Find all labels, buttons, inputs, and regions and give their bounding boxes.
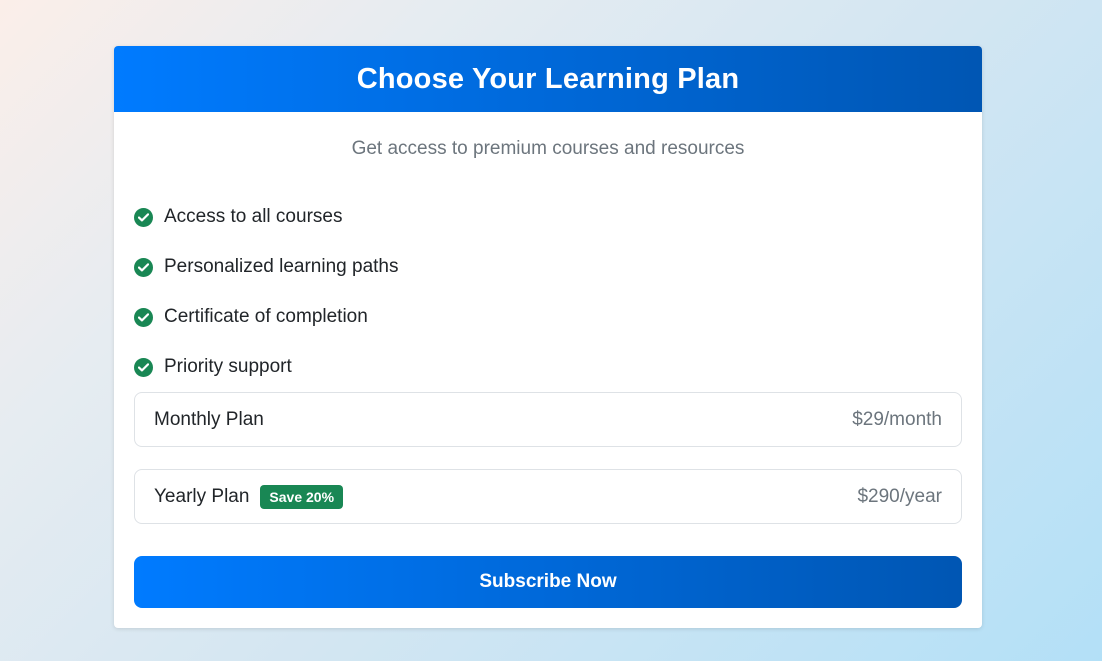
plan-name: Monthly Plan — [154, 408, 264, 430]
feature-item: Certificate of completion — [134, 292, 399, 342]
feature-item: Personalized learning paths — [134, 242, 399, 292]
plan-name-group: Monthly Plan — [154, 409, 264, 431]
subscribe-button[interactable]: Subscribe Now — [134, 556, 962, 608]
check-circle-icon — [134, 357, 153, 377]
feature-item: Access to all courses — [134, 192, 399, 242]
feature-label: Personalized learning paths — [164, 256, 399, 277]
check-circle-icon — [134, 257, 153, 277]
check-circle-icon — [134, 307, 153, 327]
check-circle-icon — [134, 207, 153, 227]
feature-item: Priority support — [134, 342, 399, 392]
plan-price: $290/year — [857, 485, 942, 507]
plan-name: Yearly Plan — [154, 485, 250, 507]
subtitle: Get access to premium courses and resour… — [351, 138, 745, 159]
plan-option-yearly[interactable]: Yearly Plan Save 20% $290/year — [134, 469, 962, 524]
feature-label: Priority support — [164, 356, 292, 377]
feature-label: Access to all courses — [164, 206, 343, 227]
pricing-card: Choose Your Learning Plan Get access to … — [114, 46, 982, 628]
save-badge: Save 20% — [260, 484, 344, 509]
card-header: Choose Your Learning Plan — [114, 46, 982, 112]
feature-list: Access to all courses Personalized learn… — [134, 192, 399, 392]
plan-name-group: Yearly Plan Save 20% — [154, 484, 344, 509]
plan-price: $29/month — [852, 408, 942, 430]
plan-option-monthly[interactable]: Monthly Plan $29/month — [134, 392, 962, 447]
feature-label: Certificate of completion — [164, 306, 368, 327]
page-title: Choose Your Learning Plan — [356, 62, 740, 95]
